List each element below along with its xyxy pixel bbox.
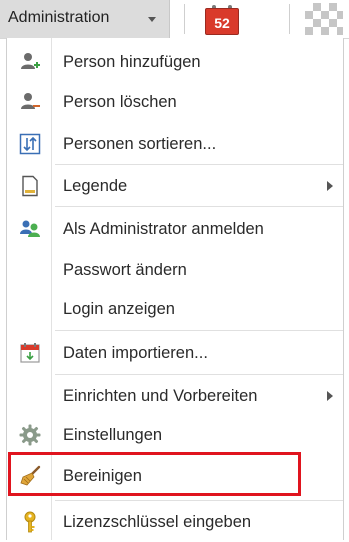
document-icon: [19, 175, 41, 197]
menu-item-lizenzschluessel-eingeben[interactable]: Lizenzschlüssel eingeben: [7, 502, 343, 542]
menu-item-einstellungen[interactable]: Einstellungen: [7, 415, 343, 455]
person-add-icon: [19, 51, 41, 73]
administration-label: Administration: [8, 9, 110, 26]
administration-menu-button[interactable]: Administration: [0, 0, 170, 38]
checkerboard-icon[interactable]: [305, 3, 343, 35]
menu-separator: [55, 500, 343, 501]
menu-item-person-hinzufuegen[interactable]: Person hinzufügen: [7, 42, 343, 82]
toolbar-divider: [184, 4, 185, 34]
admin-login-icon: [19, 218, 41, 240]
menu-item-einrichten-und-vorbereiten[interactable]: Einrichten und Vorbereiten: [7, 376, 343, 416]
toolbar: Administration 52: [0, 0, 349, 39]
menu-item-label: Login anzeigen: [63, 300, 175, 318]
sort-icon: [19, 133, 41, 155]
menu-item-passwort-aendern[interactable]: Passwort ändern: [7, 250, 343, 290]
gear-icon: [19, 424, 41, 446]
menu-item-login-anzeigen[interactable]: Login anzeigen: [7, 289, 343, 329]
menu-item-label: Als Administrator anmelden: [63, 220, 264, 238]
submenu-arrow-icon: [327, 181, 333, 191]
menu-item-label: Passwort ändern: [63, 261, 187, 279]
person-remove-icon: [19, 91, 41, 113]
menu-separator: [55, 330, 343, 331]
menu-separator: [55, 206, 343, 207]
calendar-week-icon[interactable]: 52: [205, 5, 239, 35]
menu-item-person-loeschen[interactable]: Person löschen: [7, 82, 343, 122]
menu-item-label: Person löschen: [63, 93, 177, 111]
menu-item-label: Lizenzschlüssel eingeben: [63, 513, 252, 531]
toolbar-divider: [289, 4, 290, 34]
menu-item-legende[interactable]: Legende: [7, 166, 343, 206]
chevron-down-icon: [148, 17, 156, 22]
key-icon: [19, 511, 41, 533]
administration-dropdown-menu: Person hinzufügen Person löschen Persone…: [6, 38, 344, 540]
menu-item-label: Legende: [63, 177, 128, 195]
menu-item-label: Person hinzufügen: [63, 53, 201, 71]
calendar-body: 52: [205, 8, 239, 35]
calendar-import-icon: [19, 342, 41, 364]
menu-item-label: Einstellungen: [63, 426, 163, 444]
menu-separator: [55, 374, 343, 375]
menu-item-daten-importieren[interactable]: Daten importieren...: [7, 333, 343, 373]
menu-item-label: Daten importieren...: [63, 344, 208, 362]
menu-item-label: Einrichten und Vorbereiten: [63, 387, 258, 405]
menu-item-personen-sortieren[interactable]: Personen sortieren...: [7, 124, 343, 164]
submenu-arrow-icon: [327, 391, 333, 401]
menu-separator: [55, 164, 343, 165]
menu-item-als-administrator-anmelden[interactable]: Als Administrator anmelden: [7, 209, 343, 249]
highlight-annotation-box: [8, 452, 301, 496]
calendar-week-number: 52: [214, 15, 230, 31]
menu-item-label: Personen sortieren...: [63, 135, 217, 153]
